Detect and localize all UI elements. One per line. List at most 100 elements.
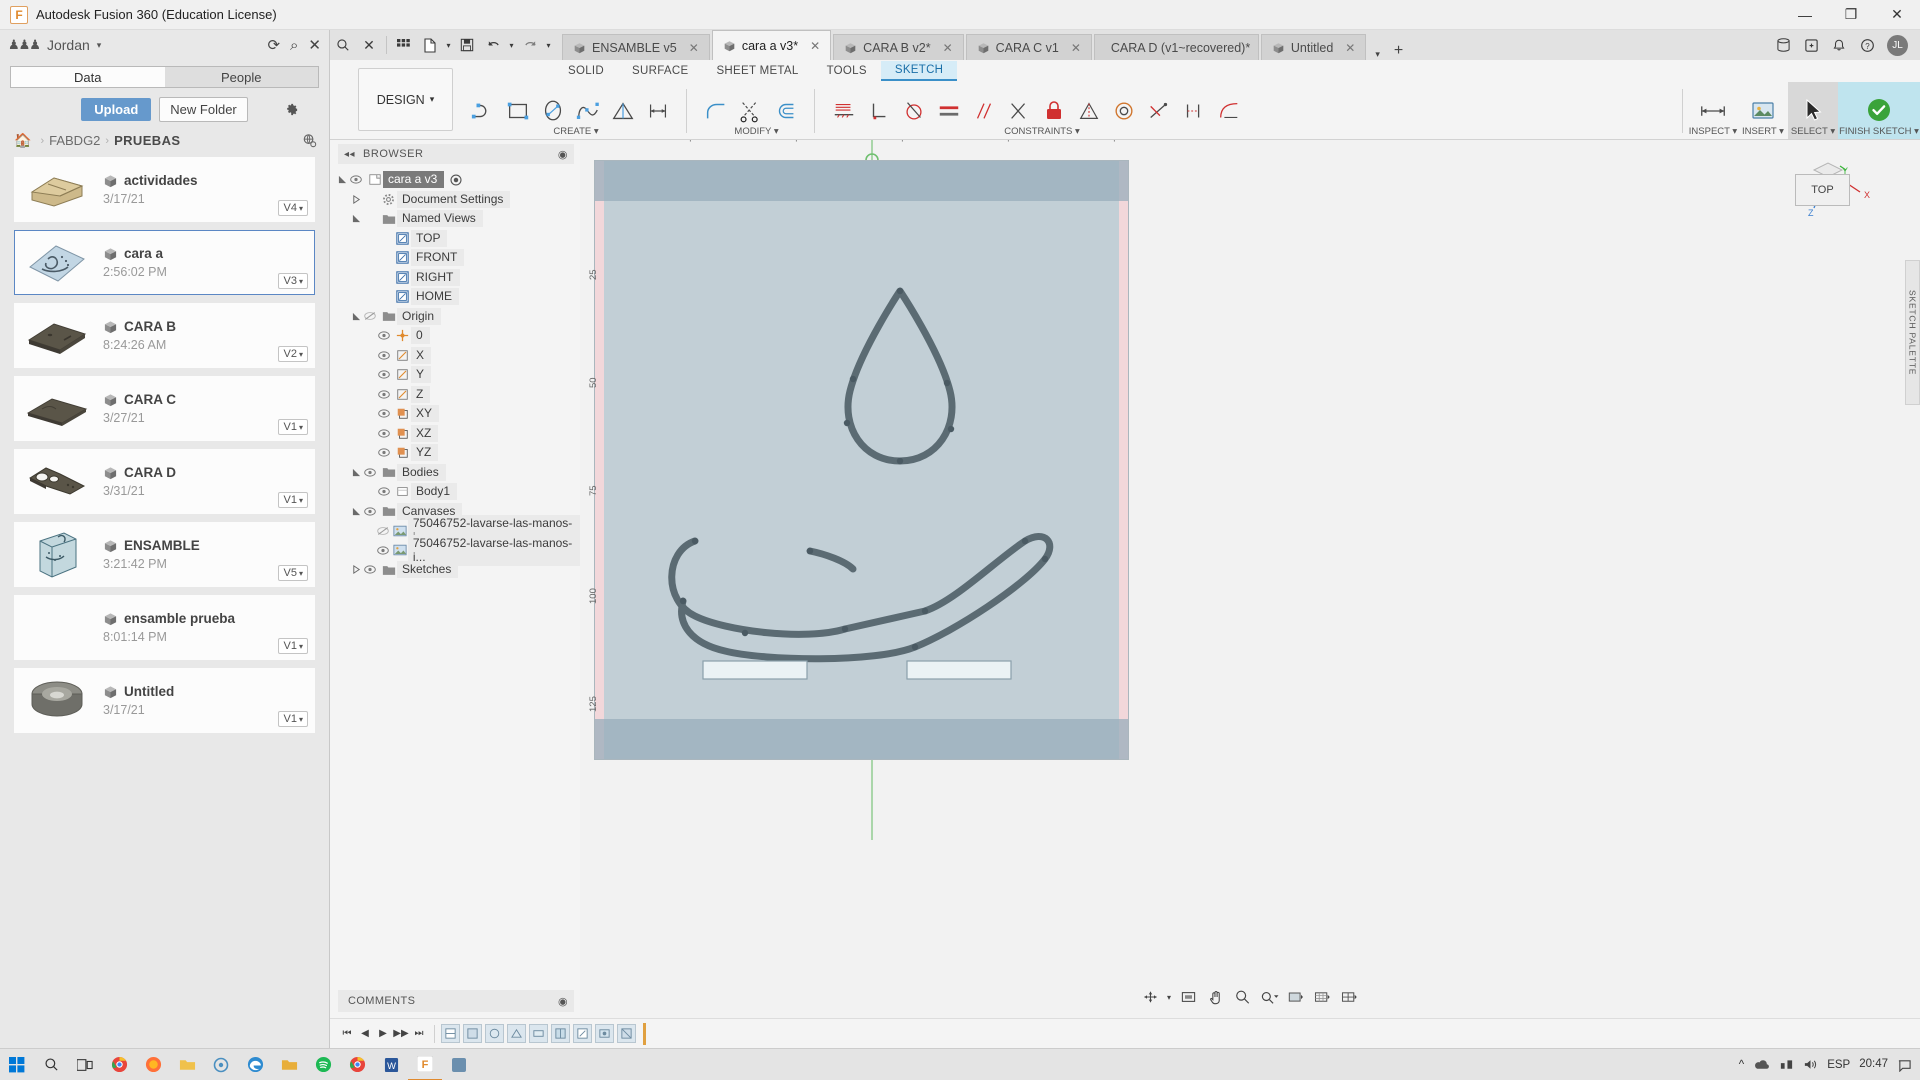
browser-tree-node[interactable]: 0	[330, 326, 580, 346]
timeline-feature[interactable]	[485, 1024, 504, 1043]
display-settings-icon[interactable]	[1284, 986, 1309, 1008]
timeline-feature[interactable]	[441, 1024, 460, 1043]
viewport-layout-icon[interactable]	[1338, 986, 1363, 1008]
browser-tree-node[interactable]: TOP	[330, 229, 580, 249]
close-icon[interactable]: ✕	[1071, 41, 1081, 55]
visibility-eye-icon[interactable]	[378, 448, 394, 457]
collapse-icon[interactable]: ◂◂	[344, 149, 355, 160]
look-at-icon[interactable]	[1176, 986, 1201, 1008]
constraint-fix-icon[interactable]	[826, 92, 861, 130]
modify-trim-icon[interactable]	[733, 92, 768, 130]
visibility-eye-icon[interactable]	[378, 390, 394, 399]
expand-arrow-icon[interactable]	[352, 214, 364, 223]
view-cube-top-face[interactable]: TOP	[1795, 174, 1850, 206]
file-version-badge[interactable]: V2 ▾	[277, 346, 308, 362]
close-button[interactable]: ✕	[1874, 0, 1920, 30]
network-icon[interactable]	[1779, 1059, 1794, 1071]
new-folder-button[interactable]: New Folder	[159, 97, 248, 122]
insert-button[interactable]: INSERT ▾	[1738, 82, 1788, 139]
timeline-feature[interactable]	[617, 1024, 636, 1043]
browser-tree-node[interactable]: XY	[330, 404, 580, 424]
close-icon[interactable]: ✕	[1345, 41, 1355, 55]
canvas-viewport[interactable]: -25-50-75-100-125	[580, 140, 1920, 1018]
finish-sketch-button[interactable]: FINISH SKETCH ▾	[1838, 82, 1920, 139]
ribbon-tab-sketch[interactable]: SKETCH	[880, 61, 958, 81]
browser-tree-node[interactable]: X	[330, 346, 580, 366]
collapse-arrow-icon[interactable]	[352, 194, 364, 204]
search-icon[interactable]: ⌕	[290, 37, 298, 54]
ribbon-tab-solid[interactable]: SOLID	[554, 62, 618, 80]
extension-icon[interactable]	[1797, 30, 1825, 60]
grid-snap-icon[interactable]	[1311, 986, 1336, 1008]
view-cube[interactable]: Y X Z TOP	[1770, 162, 1890, 252]
chevron-down-icon[interactable]: ▾	[506, 30, 517, 60]
constraint-coincident-icon[interactable]	[1141, 92, 1176, 130]
timeline-fast-button[interactable]: ▶▶	[392, 1023, 410, 1045]
visibility-eye-icon[interactable]	[364, 507, 380, 516]
browser-menu-icon[interactable]: ◉	[558, 148, 568, 161]
visibility-eye-off-icon[interactable]	[377, 526, 392, 536]
maximize-button[interactable]: ❐	[1828, 0, 1874, 30]
close-panel-icon[interactable]: ✕	[308, 36, 321, 54]
visibility-eye-icon[interactable]	[378, 351, 394, 360]
visibility-eye-off-icon[interactable]	[364, 311, 380, 321]
file-list-item[interactable]: ensamble prueba 8:01:14 PM V1 ▾	[14, 595, 315, 660]
file-list[interactable]: actividades 3/17/21 V4 ▾ cara a 2:56:02 P…	[0, 157, 329, 1048]
create-line-icon[interactable]	[465, 92, 500, 130]
comments-panel[interactable]: COMMENTS ◉	[338, 990, 574, 1012]
new-tab-button[interactable]: +	[1387, 42, 1410, 60]
inspect-button[interactable]: INSPECT ▾	[1688, 82, 1738, 139]
file-version-badge[interactable]: V1 ▾	[277, 419, 308, 435]
comments-menu-icon[interactable]: ◉	[558, 995, 568, 1008]
document-tab[interactable]: Untitled ✕	[1260, 34, 1367, 60]
document-tab[interactable]: CARA C v1 ✕	[965, 34, 1092, 60]
browser-tree-node[interactable]: Bodies	[330, 463, 580, 483]
chevron-down-icon[interactable]: ▾	[543, 30, 554, 60]
browser-tree-node[interactable]: RIGHT	[330, 268, 580, 288]
file-version-badge[interactable]: V1 ▾	[277, 492, 308, 508]
timeline-last-button[interactable]: ⏭	[410, 1023, 428, 1045]
edge-icon[interactable]	[238, 1049, 272, 1080]
zoom-icon[interactable]	[1230, 986, 1255, 1008]
ribbon-group-label-constraints[interactable]: CONSTRAINTS ▾	[826, 126, 1258, 137]
visibility-eye-icon[interactable]	[364, 565, 380, 574]
browser-tree-node[interactable]: cara a v3	[330, 170, 580, 190]
constraint-parallel-icon[interactable]	[966, 92, 1001, 130]
timeline-prev-button[interactable]: ◀	[356, 1023, 374, 1045]
modify-offset-icon[interactable]	[768, 92, 803, 130]
document-tab[interactable]: CARA D (v1~recovered)*✕	[1093, 34, 1272, 60]
browser-tree[interactable]: cara a v3 Document Settings Named Views TOP…	[330, 164, 580, 990]
chrome-icon[interactable]	[102, 1049, 136, 1080]
orbit-icon[interactable]	[1138, 986, 1163, 1008]
expand-arrow-icon[interactable]	[338, 175, 350, 184]
browser-tree-node[interactable]: Body1	[330, 482, 580, 502]
visibility-eye-icon[interactable]	[378, 370, 394, 379]
timeline-feature[interactable]	[595, 1024, 614, 1043]
save-icon[interactable]	[454, 30, 480, 60]
file-list-item[interactable]: CARA C 3/27/21 V1 ▾	[14, 376, 315, 441]
globe-icon[interactable]	[302, 133, 317, 148]
task-view-icon[interactable]	[68, 1049, 102, 1080]
timeline-first-button[interactable]: ⏮	[338, 1023, 356, 1045]
create-polygon-icon[interactable]	[605, 92, 640, 130]
browser-tree-node[interactable]: Document Settings	[330, 190, 580, 210]
tab-data[interactable]: Data	[10, 66, 165, 88]
zoom-dropdown-icon[interactable]	[1257, 986, 1282, 1008]
constraint-concentric-icon[interactable]	[1106, 92, 1141, 130]
browser-tree-node[interactable]: Z	[330, 385, 580, 405]
browser-tree-node[interactable]: 75046752-lavarse-las-manos-i...	[330, 534, 580, 566]
visibility-eye-icon[interactable]	[364, 468, 380, 477]
ribbon-group-label-modify[interactable]: MODIFY ▾	[698, 126, 815, 137]
visibility-eye-icon[interactable]	[378, 409, 394, 418]
new-document-icon[interactable]	[417, 30, 443, 60]
document-tab[interactable]: ENSAMBLE v5 ✕	[562, 34, 710, 60]
create-circle-icon[interactable]	[535, 92, 570, 130]
minimize-button[interactable]: —	[1782, 0, 1828, 30]
firefox-icon[interactable]	[136, 1049, 170, 1080]
timeline-feature[interactable]	[529, 1024, 548, 1043]
undo-icon[interactable]	[480, 30, 506, 60]
activate-component-icon[interactable]	[450, 174, 462, 186]
constraint-symmetry-icon[interactable]	[1071, 92, 1106, 130]
file-version-badge[interactable]: V5 ▾	[277, 565, 308, 581]
document-tab[interactable]: CARA B v2* ✕	[833, 34, 964, 60]
